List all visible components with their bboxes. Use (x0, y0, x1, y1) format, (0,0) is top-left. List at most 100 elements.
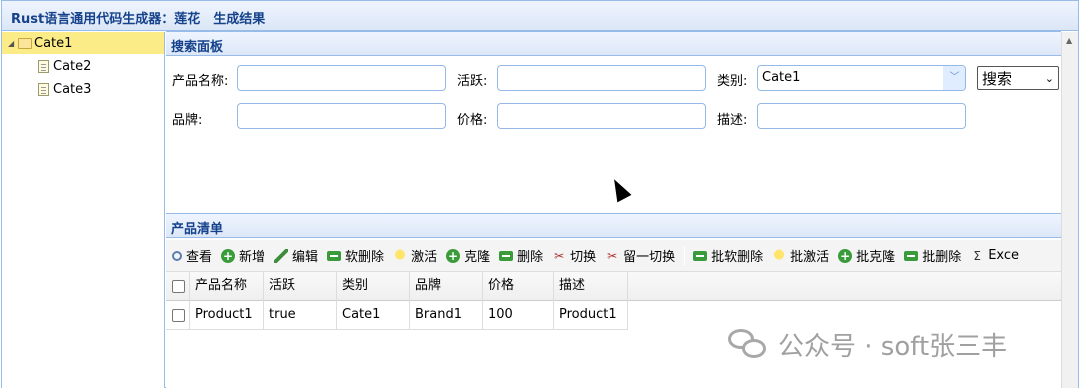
toggle-one-button[interactable]: ✂ 留一切换 (605, 246, 676, 266)
sigma-icon: Σ (973, 248, 981, 263)
expand-arrow-icon[interactable]: ◢ (8, 39, 18, 48)
scissors-icon: ✂ (607, 248, 618, 263)
view-button[interactable]: 查看 (172, 246, 212, 265)
excel-label: Exce (988, 248, 1020, 263)
category-tree: ◢ Cate1 Cate2 Cate3 (2, 32, 165, 388)
column-header[interactable]: 描述 (554, 272, 628, 301)
tree-item-cate3[interactable]: Cate3 (2, 78, 164, 100)
description-input[interactable] (757, 103, 966, 129)
grid-header: 产品名称 活跃 类别 品牌 价格 描述 (166, 272, 1061, 301)
table-cell: Product1 (190, 301, 264, 330)
batch-soft-delete-button[interactable]: 批软删除 (693, 246, 763, 265)
batch-delete-button[interactable]: 批删除 (904, 246, 961, 265)
column-header[interactable]: 类别 (337, 272, 410, 301)
product-list-header: 产品清单 (166, 213, 1061, 238)
batch-clone-label: 批克隆 (856, 250, 896, 265)
table-cell: Brand1 (410, 301, 483, 330)
active-input[interactable] (497, 65, 706, 91)
toggle-label: 切换 (570, 250, 597, 265)
wechat-icon (728, 327, 768, 363)
table-cell: Product1 (554, 301, 628, 330)
product-name-label: 产品名称: (172, 74, 229, 89)
brand-label: 品牌: (172, 113, 203, 128)
toggle-one-label: 留一切换 (623, 250, 676, 265)
watermark: 公众号 · soft张三丰 (728, 326, 1007, 363)
add-icon: + (838, 248, 853, 263)
clone-button[interactable]: + 克隆 (446, 246, 490, 265)
soft-delete-button[interactable]: 软删除 (327, 246, 384, 265)
tree-item-label: Cate3 (53, 81, 92, 97)
table-cell: Cate1 (337, 301, 410, 330)
activate-button[interactable]: 激活 (393, 246, 437, 265)
batch-activate-label: 批激活 (790, 250, 830, 265)
tree-item-cate2[interactable]: Cate2 (2, 55, 164, 77)
description-label: 描述: (717, 113, 748, 128)
minus-icon (693, 250, 708, 261)
header-checkbox-cell (166, 272, 190, 301)
row-checkbox[interactable] (172, 309, 185, 322)
category-value: Cate1 (762, 70, 801, 85)
tree-item-label: Cate1 (34, 35, 73, 51)
app-header: Rust语言通用代码生成器：莲花 生成结果 (2, 1, 1078, 31)
delete-label: 删除 (517, 250, 544, 265)
batch-soft-delete-label: 批软删除 (711, 250, 764, 265)
minus-icon (499, 250, 514, 261)
edit-label: 编辑 (292, 250, 319, 265)
search-select-value: 搜索 (982, 69, 1013, 88)
scissors-icon: ✂ (554, 248, 565, 263)
view-label: 查看 (186, 250, 213, 265)
minus-icon (904, 250, 919, 261)
column-header[interactable]: 品牌 (410, 272, 483, 301)
app-title: Rust语言通用代码生成器：莲花 生成结果 (11, 12, 266, 27)
vertical-scrollbar[interactable]: ▲ (1061, 32, 1078, 388)
row-checkbox-cell (166, 301, 190, 330)
activate-label: 激活 (411, 250, 438, 265)
category-combo[interactable]: Cate1 ﹀ (757, 65, 966, 91)
bulb-icon (393, 248, 408, 263)
batch-delete-label: 批删除 (922, 250, 962, 265)
chevron-down-icon: ⌄ (1044, 71, 1054, 85)
excel-button[interactable]: Σ Exce (970, 248, 1019, 263)
product-list-title: 产品清单 (171, 222, 224, 237)
chevron-down-icon[interactable]: ﹀ (943, 66, 965, 90)
brand-input[interactable] (237, 103, 446, 129)
batch-clone-button[interactable]: + 批克隆 (838, 246, 895, 265)
tree-item-cate1[interactable]: ◢ Cate1 (2, 32, 164, 54)
table-cell: true (264, 301, 337, 330)
folder-open-icon (18, 37, 32, 49)
column-header[interactable]: 价格 (483, 272, 554, 301)
toggle-button[interactable]: ✂ 切换 (552, 246, 597, 266)
file-icon (38, 82, 49, 96)
add-icon: + (221, 248, 236, 263)
select-all-checkbox[interactable] (172, 280, 185, 293)
soft-delete-label: 软删除 (345, 250, 385, 265)
minus-icon (327, 250, 342, 261)
search-icon (172, 250, 182, 261)
price-label: 价格: (457, 113, 488, 128)
product-name-input[interactable] (237, 65, 446, 91)
search-action-select[interactable]: 搜索 ⌄ (977, 66, 1059, 90)
watermark-text: 公众号 · soft张三丰 (778, 332, 1008, 362)
clone-label: 克隆 (464, 250, 491, 265)
scroll-up-icon[interactable]: ▲ (1066, 36, 1072, 45)
batch-activate-button[interactable]: 批激活 (772, 246, 829, 265)
delete-button[interactable]: 删除 (499, 246, 543, 265)
add-icon: + (446, 248, 461, 263)
search-panel-header: 搜索面板 (166, 31, 1061, 56)
column-header[interactable]: 产品名称 (190, 272, 264, 301)
active-label: 活跃: (457, 74, 488, 89)
file-icon (38, 59, 49, 73)
product-toolbar: 查看 + 新增 编辑 软删除 激活 + 克隆 删除 ✂ 切换 ✂ 留一切换 批软删除 批… (166, 240, 1061, 272)
table-row[interactable]: Product1 true Cate1 Brand1 100 Product1 (166, 301, 628, 330)
add-button[interactable]: + 新增 (221, 246, 265, 265)
column-header[interactable]: 活跃 (264, 272, 337, 301)
price-input[interactable] (497, 103, 706, 129)
search-panel-title: 搜索面板 (171, 40, 224, 55)
table-cell: 100 (483, 301, 554, 330)
toolbar-separator (684, 245, 686, 266)
category-label: 类别: (717, 74, 748, 89)
bulb-icon (772, 248, 787, 263)
pencil-icon (274, 248, 289, 263)
add-label: 新增 (239, 250, 266, 265)
edit-button[interactable]: 编辑 (274, 246, 318, 265)
